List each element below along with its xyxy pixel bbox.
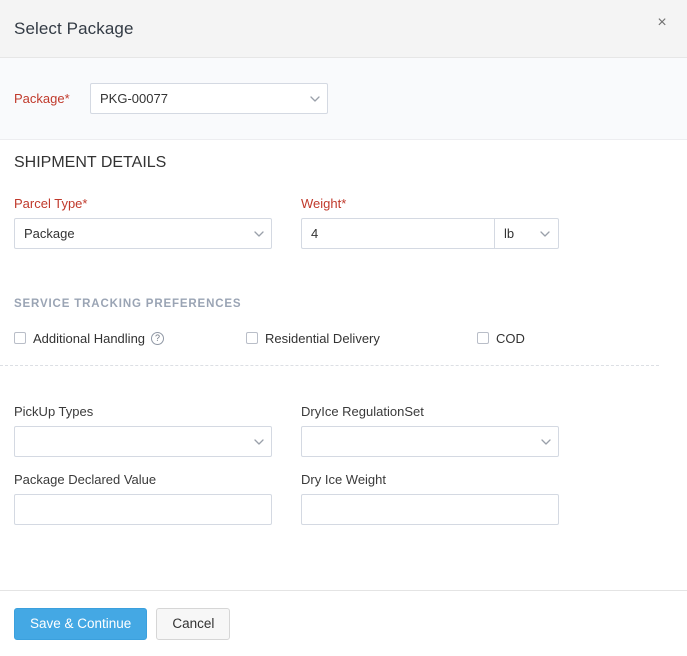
checkbox-label: COD [496,331,525,346]
checkbox-residential-delivery[interactable]: Residential Delivery [246,331,477,346]
checkbox-additional-handling[interactable]: Additional Handling ? [14,331,246,346]
dry-ice-weight-label: Dry Ice Weight [301,472,559,487]
page-title: Select Package [14,19,134,39]
package-label: Package* [14,91,90,106]
weight-unit-value: lb [504,226,514,241]
weight-unit-select[interactable]: lb [494,218,559,249]
service-tracking-checkbox-row: Additional Handling ? Residential Delive… [14,330,673,346]
pickup-types-select[interactable] [14,426,272,457]
parcel-type-required-marker: * [82,196,87,211]
shipment-details-heading: SHIPMENT DETAILS [14,154,166,172]
parcel-type-select-value[interactable]: Package [14,218,272,249]
modal-header: Select Package × [0,0,687,58]
dry-ice-weight-input[interactable] [301,494,559,525]
package-label-text: Package [14,91,65,106]
checkbox-label: Residential Delivery [265,331,380,346]
checkbox-box[interactable] [14,332,26,344]
checkbox-label: Additional Handling [33,331,145,346]
package-declared-value-label: Package Declared Value [14,472,272,487]
parcel-type-label-text: Parcel Type [14,196,82,211]
weight-input[interactable] [301,218,494,249]
weight-label-text: Weight [301,196,341,211]
weight-combo: lb [301,218,559,249]
package-select[interactable]: PKG-00077 [90,83,328,114]
checkbox-box[interactable] [246,332,258,344]
pickup-types-field: PickUp Types [14,404,272,462]
weight-label: Weight* [301,196,559,211]
section-divider [0,365,659,366]
parcel-type-field: Parcel Type* Package [14,196,272,249]
modal-footer: Save & Continue Cancel [0,590,687,656]
chevron-down-icon [540,231,549,237]
modal-body: SHIPMENT DETAILS Parcel Type* Package We… [0,140,687,590]
checkbox-box[interactable] [477,332,489,344]
dryice-regulationset-select-value[interactable] [301,426,559,457]
help-icon[interactable]: ? [151,332,164,345]
package-declared-value-input[interactable] [14,494,272,525]
dryice-regulationset-select[interactable] [301,426,559,457]
required-marker: * [65,91,70,106]
parcel-type-label: Parcel Type* [14,196,272,211]
close-icon[interactable]: × [651,12,673,34]
dryice-regulationset-field: DryIce RegulationSet [301,404,559,462]
save-and-continue-button[interactable]: Save & Continue [14,608,147,640]
package-declared-value-field: Package Declared Value [14,472,272,525]
dry-ice-weight-field: Dry Ice Weight [301,472,559,525]
checkbox-cod[interactable]: COD [477,331,525,346]
select-package-modal: Select Package × Package* PKG-00077 SHIP… [0,0,687,656]
weight-required-marker: * [341,196,346,211]
package-select-value[interactable]: PKG-00077 [90,83,328,114]
dryice-regulationset-label: DryIce RegulationSet [301,404,559,419]
pickup-types-select-value[interactable] [14,426,272,457]
pickup-types-label: PickUp Types [14,404,272,419]
cancel-button[interactable]: Cancel [156,608,230,640]
service-tracking-heading: SERVICE TRACKING PREFERENCES [14,298,241,310]
weight-field: Weight* lb [301,196,559,249]
parcel-type-select[interactable]: Package [14,218,272,249]
package-selector-row: Package* PKG-00077 [0,58,687,140]
